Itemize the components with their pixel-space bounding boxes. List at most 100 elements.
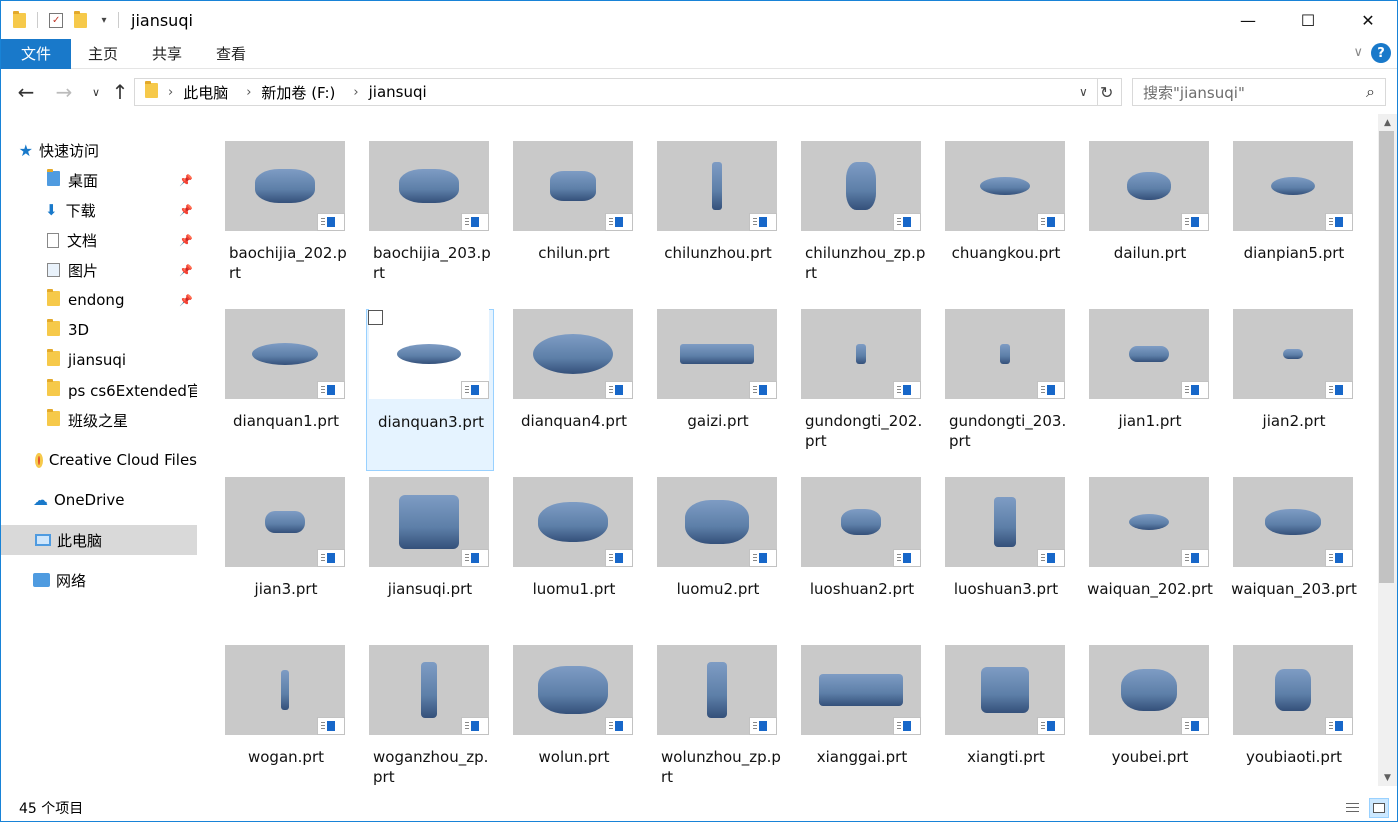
title-bar: ✓ ▾ jiansuqi — ☐ ✕	[1, 1, 1397, 39]
file-name: chilunzhou.prt	[664, 244, 772, 262]
part-model-shape	[1121, 669, 1177, 711]
file-name: dailun.prt	[1113, 244, 1187, 262]
file-tile[interactable]: wolun.prt	[510, 645, 638, 786]
nav-onedrive[interactable]: ☁ OneDrive	[1, 485, 197, 515]
file-tile[interactable]: chilunzhou.prt	[654, 141, 782, 303]
qat-dropdown-icon[interactable]: ▾	[92, 1, 116, 39]
file-tile[interactable]: dianquan4.prt	[510, 309, 638, 471]
close-button[interactable]: ✕	[1338, 1, 1397, 39]
address-dropdown-icon[interactable]: ∨	[1079, 85, 1088, 99]
breadcrumb-folder[interactable]: jiansuqi	[369, 83, 427, 101]
scroll-up-arrow[interactable]: ▲	[1378, 114, 1397, 131]
help-button[interactable]: ?	[1371, 43, 1391, 63]
nx-file-type-icon	[749, 717, 777, 735]
nav-creative-cloud[interactable]: Creative Cloud Files	[1, 445, 197, 475]
file-tile[interactable]: chuangkou.prt	[942, 141, 1070, 303]
nav-item-pictures[interactable]: 图片 📌	[1, 255, 197, 285]
pin-icon[interactable]: 📌	[179, 204, 193, 217]
file-tile[interactable]: xiangti.prt	[942, 645, 1070, 786]
tab-file[interactable]: 文件	[1, 38, 71, 69]
file-tile[interactable]: jiansuqi.prt	[366, 477, 494, 639]
file-tile[interactable]: jian2.prt	[1230, 309, 1358, 471]
file-tile[interactable]: xianggai.prt	[798, 645, 926, 786]
nav-item-endong[interactable]: endong 📌	[1, 285, 197, 315]
up-button[interactable]: ↑	[107, 78, 133, 106]
nx-file-type-icon	[461, 717, 489, 735]
file-tile[interactable]: jian3.prt	[222, 477, 350, 639]
nav-item-banji[interactable]: 班级之星	[1, 405, 197, 435]
nav-item-3d[interactable]: 3D	[1, 315, 197, 345]
new-folder-icon[interactable]	[68, 1, 92, 39]
properties-icon[interactable]: ✓	[44, 1, 68, 39]
forward-button[interactable]: →	[51, 78, 77, 106]
details-view-icon[interactable]	[1342, 798, 1362, 818]
nav-this-pc[interactable]: 此电脑	[1, 525, 197, 555]
nav-item-ps-cs6[interactable]: ps cs6Extended官	[1, 375, 197, 405]
file-tile[interactable]: gundongti_202.prt	[798, 309, 926, 471]
file-tile[interactable]: waiquan_202.prt	[1086, 477, 1214, 639]
file-tile[interactable]: woganzhou_zp.prt	[366, 645, 494, 786]
scroll-thumb[interactable]	[1379, 131, 1394, 583]
tab-home[interactable]: 主页	[71, 39, 135, 69]
file-tile[interactable]: luoshuan2.prt	[798, 477, 926, 639]
search-input[interactable]: 搜索"jiansuqi" ⌕	[1132, 78, 1386, 106]
recent-locations-button[interactable]: ∨	[83, 78, 109, 106]
pin-icon[interactable]: 📌	[179, 294, 193, 307]
star-icon: ★	[18, 140, 33, 160]
scroll-down-arrow[interactable]: ▼	[1378, 769, 1397, 786]
minimize-button[interactable]: —	[1218, 1, 1278, 39]
file-tile[interactable]: chilun.prt	[510, 141, 638, 303]
file-tile[interactable]: youbei.prt	[1086, 645, 1214, 786]
nx-file-type-icon	[1181, 381, 1209, 399]
back-button[interactable]: ←	[13, 78, 39, 106]
select-checkbox[interactable]	[368, 310, 383, 325]
nav-network[interactable]: 网络	[1, 565, 197, 595]
vertical-scrollbar[interactable]: ▲ ▼	[1378, 114, 1397, 786]
breadcrumb-drive[interactable]: 新加卷 (F:)	[261, 82, 335, 103]
address-bar[interactable]: › 此电脑 › 新加卷 (F:) › jiansuqi ∨ ↻	[134, 78, 1122, 106]
file-tile[interactable]: luomu1.prt	[510, 477, 638, 639]
file-tile[interactable]: baochijia_202.prt	[222, 141, 350, 303]
breadcrumb-separator[interactable]: ›	[353, 85, 358, 100]
file-tile[interactable]: luoshuan3.prt	[942, 477, 1070, 639]
nx-file-type-icon	[605, 549, 633, 567]
nav-item-documents[interactable]: 文档 📌	[1, 225, 197, 255]
part-model-shape	[685, 500, 749, 544]
file-tile[interactable]: dianquan1.prt	[222, 309, 350, 471]
nav-item-jiansuqi[interactable]: jiansuqi	[1, 345, 197, 375]
file-tile[interactable]: chilunzhou_zp.prt	[798, 141, 926, 303]
file-tile[interactable]: waiquan_203.prt	[1230, 477, 1358, 639]
file-tile[interactable]: luomu2.prt	[654, 477, 782, 639]
pictures-icon	[47, 263, 60, 277]
breadcrumb-separator[interactable]: ›	[246, 85, 251, 100]
search-icon[interactable]: ⌕	[1366, 82, 1375, 102]
file-tile[interactable]: dianquan3.prt	[366, 309, 494, 471]
breadcrumb-this-pc[interactable]: 此电脑	[183, 82, 228, 103]
part-thumbnail	[513, 645, 633, 735]
file-tile[interactable]: gaizi.prt	[654, 309, 782, 471]
expand-ribbon-icon[interactable]: ∨	[1353, 45, 1363, 60]
maximize-button[interactable]: ☐	[1278, 1, 1338, 39]
nav-item-downloads[interactable]: ⬇ 下载 📌	[1, 195, 197, 225]
file-tile[interactable]: gundongti_203.prt	[942, 309, 1070, 471]
refresh-icon[interactable]: ↻	[1100, 83, 1113, 102]
nav-label: Creative Cloud Files	[48, 451, 197, 469]
pin-icon[interactable]: 📌	[179, 234, 193, 247]
file-tile[interactable]: dailun.prt	[1086, 141, 1214, 303]
large-icons-view-icon[interactable]	[1369, 798, 1389, 818]
part-model-shape	[538, 502, 608, 542]
file-tile[interactable]: jian1.prt	[1086, 309, 1214, 471]
file-tile[interactable]: wolunzhou_zp.prt	[654, 645, 782, 786]
part-thumbnail	[801, 645, 921, 735]
tab-share[interactable]: 共享	[135, 39, 199, 69]
file-tile[interactable]: baochijia_203.prt	[366, 141, 494, 303]
file-tile[interactable]: wogan.prt	[222, 645, 350, 786]
pin-icon[interactable]: 📌	[179, 264, 193, 277]
file-tile[interactable]: youbiaoti.prt	[1230, 645, 1358, 786]
file-tile[interactable]: dianpian5.prt	[1230, 141, 1358, 303]
tab-view[interactable]: 查看	[199, 39, 263, 69]
pin-icon[interactable]: 📌	[179, 174, 193, 187]
part-model-shape	[980, 177, 1030, 195]
nav-quick-access[interactable]: ★ 快速访问	[1, 135, 197, 165]
nav-item-desktop[interactable]: 桌面 📌	[1, 165, 197, 195]
